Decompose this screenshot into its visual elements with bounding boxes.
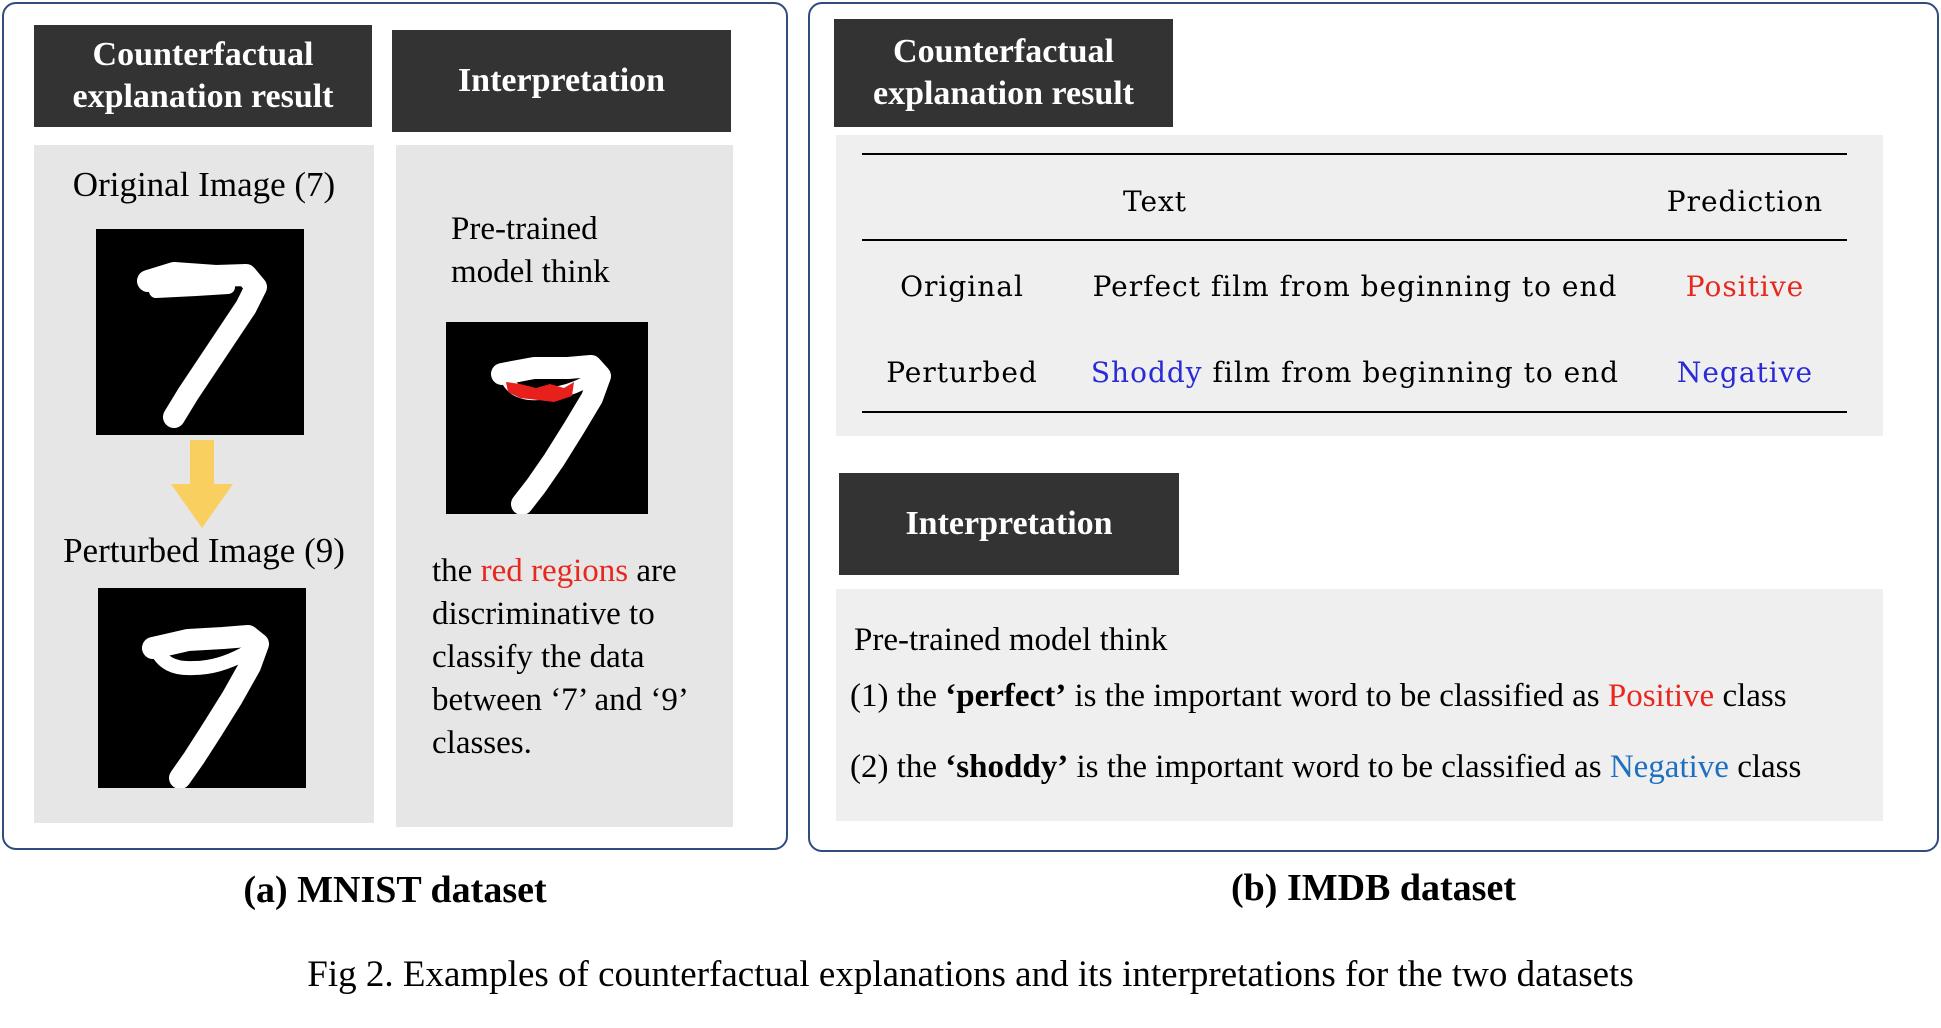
- interp-prefix: the: [432, 553, 473, 589]
- row-original-prediction: Positive: [1685, 270, 1805, 303]
- row-perturbed-label: Perturbed: [886, 356, 1038, 389]
- down-arrow-icon: [171, 440, 233, 528]
- mnist-result-header-text: Counterfactual explanation result: [72, 35, 334, 116]
- mnist-interpretation-text: the red regions are discriminative to cl…: [432, 550, 722, 765]
- imdb-interp-header: Interpretation: [839, 473, 1179, 575]
- imdb-result-header: Counterfactual explanation result: [834, 19, 1173, 127]
- mnist-interp-header-text: Interpretation: [457, 61, 666, 99]
- interp-red-regions: red regions: [480, 553, 629, 589]
- figure-caption: Fig 2. Examples of counterfactual explan…: [307, 954, 1634, 995]
- table-bottom-rule: [862, 411, 1847, 413]
- col-header-text: Text: [1122, 185, 1188, 218]
- mnist-caption: (a) MNIST dataset: [243, 869, 547, 911]
- imdb-interp-header-text: Interpretation: [905, 504, 1113, 542]
- imdb-interp-line-2: (2) the ‘shoddy’ is the important word t…: [850, 746, 1801, 789]
- col-header-prediction: Prediction: [1666, 185, 1824, 218]
- row-original-text: Perfect film from beginning to end: [1070, 270, 1640, 303]
- line2-end: class: [1737, 749, 1802, 785]
- line2-keyword: ‘shoddy’: [945, 749, 1069, 785]
- pretrained-think-label: Pre-trained model think: [451, 211, 610, 290]
- line1-end: class: [1722, 678, 1787, 714]
- line2-prefix: (2) the: [850, 749, 938, 785]
- row-perturbed-text: Shoddy film from beginning to end: [1070, 356, 1640, 389]
- saliency-digit-image: [446, 322, 648, 514]
- row-perturbed-prediction: Negative: [1676, 356, 1814, 389]
- row-original-label: Original: [900, 270, 1024, 303]
- line2-class: Negative: [1609, 749, 1729, 785]
- line1-keyword: ‘perfect’: [945, 678, 1067, 714]
- mnist-interp-header: Interpretation: [392, 30, 731, 132]
- original-digit-image: [96, 229, 304, 435]
- original-image-label: Original Image (7): [72, 165, 336, 204]
- row-original-sentence: Perfect film from beginning to end: [1092, 270, 1618, 303]
- line1-prefix: (1) the: [850, 678, 938, 714]
- line1-class: Positive: [1607, 678, 1715, 714]
- row-perturbed-word: Shoddy: [1090, 356, 1203, 389]
- line1-middle: is the important word to be classified a…: [1074, 678, 1600, 714]
- imdb-result-header-text: Counterfactual explanation result: [872, 32, 1134, 113]
- table-top-rule: [862, 153, 1847, 155]
- imdb-interp-line-1: (1) the ‘perfect’ is the important word …: [850, 675, 1787, 718]
- mnist-result-header: Counterfactual explanation result: [34, 25, 372, 127]
- table-mid-rule: [862, 239, 1847, 241]
- imdb-interp-title: Pre-trained model think: [854, 622, 1168, 658]
- imdb-caption: (b) IMDB dataset: [1231, 867, 1516, 909]
- row-perturbed-sentence: film from beginning to end: [1212, 356, 1620, 389]
- line2-middle: is the important word to be classified a…: [1076, 749, 1602, 785]
- perturbed-image-label: Perturbed Image (9): [63, 531, 345, 570]
- perturbed-digit-image: [98, 588, 306, 788]
